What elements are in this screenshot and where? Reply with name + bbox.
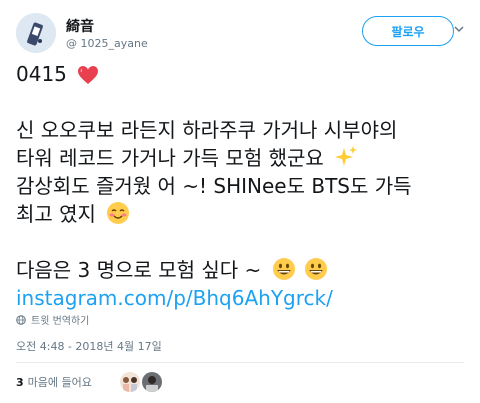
avatar[interactable] <box>142 372 162 392</box>
sparkles-emoji <box>335 146 358 166</box>
tweet-line-1: 0415 <box>16 62 67 86</box>
tweet-line-4: 감상회도 즐거웠 어 ~! SHINee도 BTS도 가득 <box>16 174 412 198</box>
display-name[interactable]: 綺音 <box>66 16 94 36</box>
liker-avatars <box>118 372 162 392</box>
avatar[interactable] <box>16 13 56 53</box>
tweet-line-2: 신 오오쿠보 라든지 하라주쿠 가거나 시부야의 <box>16 118 398 142</box>
tweet-timestamp[interactable]: 오전 4:48 - 2018년 4월 17일 <box>16 338 162 354</box>
instagram-link[interactable]: instagram.com/p/Bhq6AhYgrck/ <box>16 284 470 312</box>
translate-label[interactable]: 트윗 번역하기 <box>31 312 89 327</box>
likes-label: 마음에 들어요 <box>27 376 92 389</box>
grinning-face-emoji <box>272 258 295 280</box>
translate-tweet[interactable]: 트윗 번역하기 <box>16 312 89 327</box>
tweet-line: 타워 레코드 가거나 가득 모험 했군요 <box>16 144 470 172</box>
tweet-line: 다음은 3 명으로 모험 싶다 ~ <box>16 256 470 284</box>
user-handle[interactable]: @ 1025_ayane <box>66 37 148 50</box>
grinning-face-emoji <box>305 258 327 280</box>
likes-number: 3 <box>16 375 24 389</box>
tweet-line-6: 다음은 3 명으로 모험 싶다 ~ <box>16 258 262 282</box>
smiling-face-emoji <box>107 202 130 224</box>
chevron-down-icon[interactable] <box>454 24 464 34</box>
divider <box>16 362 464 363</box>
tweet-header: 綺音 @ 1025_ayane 팔로우 <box>16 12 464 56</box>
red-heart-emoji <box>78 66 99 84</box>
tweet-line: 최고 였지 <box>16 200 470 228</box>
likes-count[interactable]: 3 마음에 들어요 <box>16 374 92 390</box>
tweet-line-5: 최고 였지 <box>16 202 96 226</box>
tweet-text: 0415 신 오오쿠보 라든지 하라주쿠 가거나 시부야의 타워 레코드 가거나… <box>16 60 470 312</box>
globe-icon <box>16 314 26 325</box>
follow-button[interactable]: 팔로우 <box>362 16 454 46</box>
tweet-line: 0415 <box>16 60 470 88</box>
tweet-line-3: 타워 레코드 가거나 가득 모험 했군요 <box>16 146 324 170</box>
avatar[interactable] <box>120 372 140 392</box>
